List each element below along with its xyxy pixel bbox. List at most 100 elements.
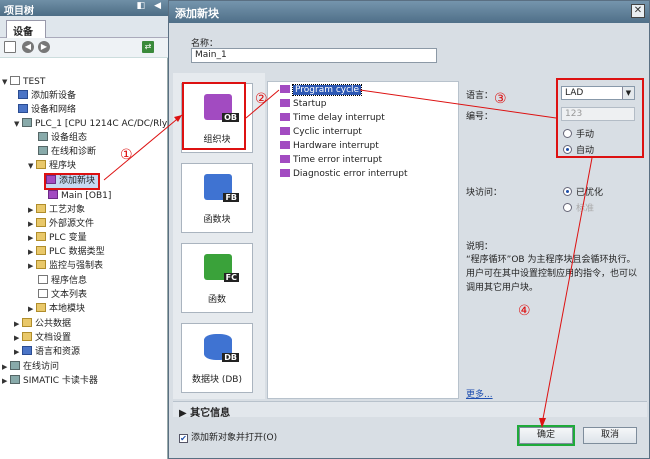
list-item[interactable]: Hardware interrupt [280, 140, 379, 153]
tree-item-add-device[interactable]: 添加新设备 [18, 90, 76, 103]
ob-icon [280, 85, 290, 93]
db-block-icon: DB [204, 334, 239, 362]
folder-icon [36, 260, 46, 269]
description-text: “程序循环”OB 为主程序块且会循环执行。用户可在其中设置控制应用的指令，也可以… [466, 255, 638, 293]
tree-item-card-reader[interactable]: ▶ SIMATIC 卡读卡器 [2, 375, 98, 388]
add-new-block-dialog: 添加新块 ✕ 名称： Main_1 OB 组织块 FB 函数块 FC 函数 DB… [168, 0, 650, 459]
folder-icon [22, 318, 32, 327]
folder-icon [36, 160, 46, 169]
ob-icon [48, 190, 58, 199]
tree-item-devices-networks[interactable]: 设备和网络 [18, 104, 76, 117]
project-tree-title: 项目树 ◧ ◀ [0, 0, 168, 17]
list-item[interactable]: Time delay interrupt [280, 112, 385, 125]
open-new-object-checkbox[interactable]: ✔ 添加新对象并打开(O) [179, 430, 277, 443]
annotation-3: ③ [494, 91, 507, 107]
tree-item-languages[interactable]: ▶ 语言和资源 [14, 346, 80, 359]
block-name-input[interactable]: Main_1 [191, 48, 437, 63]
tree-item-doc-settings[interactable]: ▶ 文档设置 [14, 332, 71, 345]
folder-icon [36, 232, 46, 241]
list-item[interactable]: Diagnostic error interrupt [280, 168, 408, 181]
cancel-button[interactable]: 取消 [583, 427, 637, 444]
tree-item-plc-tags[interactable]: ▶ PLC 变量 [28, 232, 87, 245]
tree-item-tech-objects[interactable]: ▶ 工艺对象 [28, 204, 85, 217]
diagnostics-icon [38, 146, 48, 155]
standard-radio[interactable]: 标准 [563, 201, 594, 214]
db-type-button[interactable]: DB 数据块 (DB) [181, 323, 253, 393]
tree-item-add-new-block[interactable]: 添加新块 [43, 173, 101, 190]
radio-icon [563, 203, 572, 212]
dialog-title: 添加新块 [175, 7, 219, 20]
tree-toolbar: ◀ ▶ ⇄ [0, 38, 168, 58]
tree-item-main-ob1[interactable]: Main [OB1] [48, 190, 111, 203]
list-icon [38, 289, 48, 298]
tree-item-common-data[interactable]: ▶ 公共数据 [14, 318, 71, 331]
block-access-label: 块访问： [466, 188, 503, 198]
device-config-icon [38, 132, 48, 141]
language-icon [22, 346, 32, 355]
ok-button[interactable]: 确定 [517, 425, 575, 446]
new-icon[interactable] [4, 41, 16, 53]
tree-item-program-info[interactable]: 程序信息 [38, 275, 87, 288]
more-info-section[interactable]: ▶ 其它信息 [173, 401, 647, 419]
language-label: 语言： [466, 91, 494, 101]
folder-icon [36, 218, 46, 227]
ob-icon [280, 127, 290, 135]
ob-type-list: Program cycle Startup Time delay interru… [267, 81, 459, 399]
checkbox-checked-icon: ✔ [179, 434, 188, 443]
network-icon [18, 104, 28, 113]
fc-type-button[interactable]: FC 函数 [181, 243, 253, 313]
chevron-right-icon: ▶ [179, 408, 191, 419]
tree-item-watch-force[interactable]: ▶ 监控与强制表 [28, 260, 103, 273]
list-item[interactable]: Startup [280, 98, 326, 111]
description-label: 说明： [466, 242, 494, 252]
more-link[interactable]: 更多... [466, 387, 493, 400]
optimized-radio[interactable]: 已优化 [563, 185, 603, 198]
ob-icon [280, 99, 290, 107]
ob-icon [280, 141, 290, 149]
info-icon [38, 275, 48, 284]
ob-highlight-box [182, 82, 246, 150]
fc-block-icon: FC [204, 254, 239, 282]
fb-block-icon: FB [204, 174, 239, 202]
add-block-icon [46, 175, 56, 184]
tree-item-test[interactable]: ▼ TEST [2, 76, 45, 89]
list-item[interactable]: Time error interrupt [280, 154, 382, 167]
card-reader-icon [10, 375, 20, 384]
tab-devices[interactable]: 设备 [6, 20, 46, 38]
ob-icon [280, 169, 290, 177]
dialog-footer: ✔ 添加新对象并打开(O) 确定 取消 [173, 419, 647, 459]
annotation-4: ④ [518, 303, 531, 319]
tree-item-online-access[interactable]: ▶ 在线访问 [2, 361, 59, 374]
list-item[interactable]: Cyclic interrupt [280, 126, 362, 139]
tree-item-plc-datatypes[interactable]: ▶ PLC 数据类型 [28, 246, 105, 259]
properties-highlight-box [556, 78, 644, 158]
forward-icon[interactable]: ▶ [38, 41, 50, 53]
fb-type-button[interactable]: FB 函数块 [181, 163, 253, 233]
tree-item-program-blocks[interactable]: ▼ 程序块 [28, 160, 76, 173]
folder-icon [22, 332, 32, 341]
tree-item-text-lists[interactable]: 文本列表 [38, 289, 87, 302]
list-item[interactable]: Program cycle [280, 84, 363, 97]
tab-bar: 设备 [0, 16, 168, 38]
number-label: 编号： [466, 112, 494, 122]
tree-item-local-modules[interactable]: ▶ 本地模块 [28, 303, 85, 316]
tree-item-device-config[interactable]: 设备组态 [38, 132, 87, 145]
tree-item-online-diag[interactable]: 在线和诊断 [38, 146, 96, 159]
tree-item-external-sources[interactable]: ▶ 外部源文件 [28, 218, 94, 231]
tree-item-plc1[interactable]: ▼ PLC_1 [CPU 1214C AC/DC/Rly] [14, 118, 171, 131]
network-icon[interactable]: ⇄ [142, 41, 154, 53]
folder-icon [36, 204, 46, 213]
ob-icon [280, 113, 290, 121]
project-icon [10, 76, 20, 85]
plc-icon [22, 118, 32, 127]
folder-icon [36, 246, 46, 255]
ob-icon [280, 155, 290, 163]
back-icon[interactable]: ◀ [22, 41, 34, 53]
close-icon[interactable]: ✕ [631, 4, 645, 18]
project-tree-panel: 项目树 ◧ ◀ 设备 ◀ ▶ ⇄ ▼ TEST 添加新设备 设备和网络 ▼ PLC_… [0, 0, 171, 459]
online-icon [10, 361, 20, 370]
add-device-icon [18, 90, 28, 99]
window-controls[interactable]: ◧ ◀ [136, 1, 164, 11]
annotation-2: ② [255, 91, 268, 107]
radio-selected-icon [563, 187, 572, 196]
